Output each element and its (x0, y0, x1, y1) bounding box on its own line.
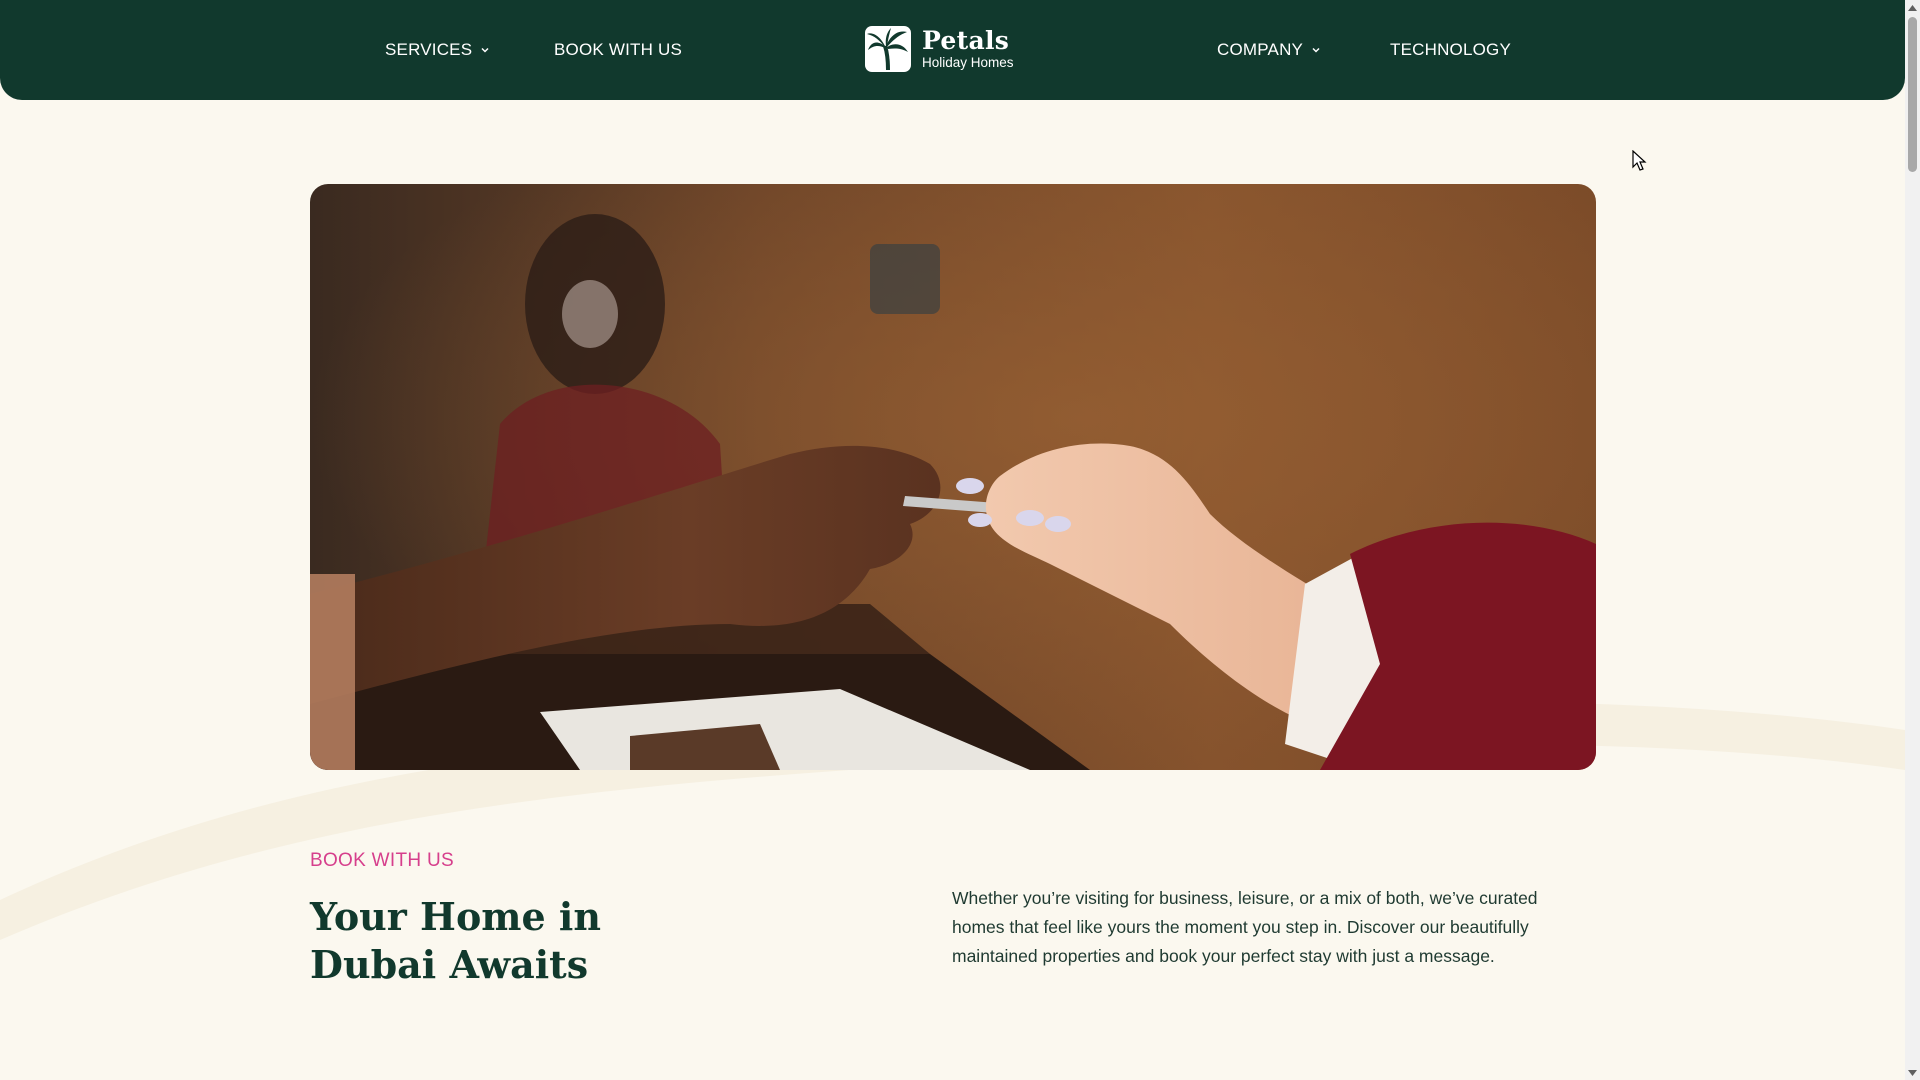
logo-wordmark: Petals Holiday Homes (922, 28, 1014, 70)
scroll-up-arrow-icon[interactable] (1905, 0, 1920, 15)
chevron-down-icon (481, 47, 489, 53)
section-eyebrow: BOOK WITH US (310, 850, 454, 871)
photo-card-handover (310, 184, 1596, 770)
chevron-down-icon (1312, 47, 1320, 53)
section-headline: Your Home in Dubai Awaits (310, 894, 601, 987)
hero-image (310, 184, 1596, 770)
nav-technology-label: TECHNOLOGY (1390, 40, 1512, 59)
petals-logo[interactable]: Petals Holiday Homes (865, 26, 1014, 72)
nav-services[interactable]: SERVICES (385, 0, 490, 100)
nav-company[interactable]: COMPANY (1217, 0, 1321, 100)
logo-subtitle: Holiday Homes (922, 55, 1014, 71)
vertical-scrollbar[interactable] (1905, 0, 1920, 1080)
palm-tree-logo-icon (865, 26, 911, 72)
mouse-cursor-icon (1632, 150, 1647, 171)
top-navigation-bar: SERVICES BOOK WITH US Petals Holiday Hom… (0, 0, 1905, 100)
nav-company-label: COMPANY (1217, 40, 1304, 59)
logo-name: Petals (922, 26, 1010, 56)
page: SERVICES BOOK WITH US Petals Holiday Hom… (0, 0, 1920, 1080)
nav-services-label: SERVICES (385, 40, 473, 59)
section-body: Whether you’re visiting for business, le… (952, 888, 1538, 966)
scroll-down-arrow-icon[interactable] (1905, 1065, 1920, 1080)
scrollbar-thumb[interactable] (1908, 17, 1917, 172)
nav-book-with-us[interactable]: BOOK WITH US (554, 0, 682, 100)
nav-book-label: BOOK WITH US (554, 40, 683, 59)
nav-technology[interactable]: TECHNOLOGY (1390, 0, 1511, 100)
